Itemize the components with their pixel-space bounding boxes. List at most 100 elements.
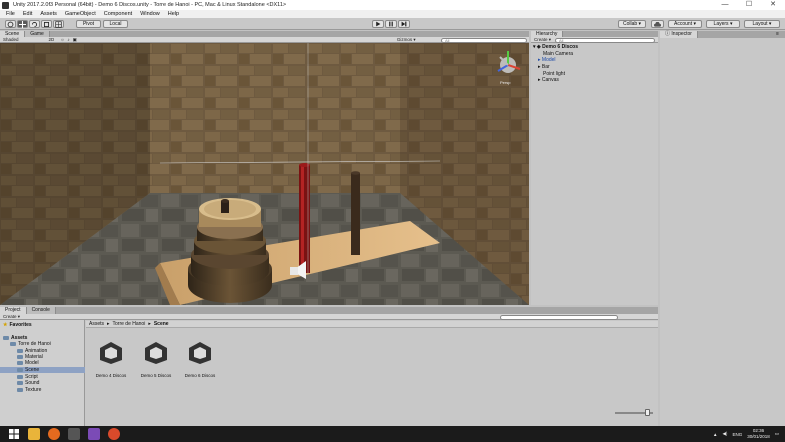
layers-label: Layers ▾ [713,21,733,27]
local-toggle[interactable]: Local [103,20,128,28]
inspector-tabbar: ⓘ Inspector [660,31,785,38]
windows-taskbar: ▲ ◀) ENG 02:36 30/01/2018 ▭ [0,426,785,442]
scale-tool-button[interactable] [41,20,52,28]
hierarchy-item-label: Model [541,57,556,63]
scene-view[interactable]: Persp [0,43,529,305]
title-bar: Unity 2017.2.0f3 Personal (64bit) - Demo… [0,0,785,10]
menu-help[interactable]: Help [168,11,179,17]
account-dropdown[interactable]: Account ▾ [668,20,702,28]
collab-label: Collab ▾ [622,21,642,27]
effects-dropdown-icon[interactable]: ▣ [73,37,77,43]
panel-menu-icon[interactable]: ≡ [776,31,779,37]
volume-icon[interactable]: ◀) [722,431,727,437]
rect-tool-button[interactable] [53,20,64,28]
language-indicator[interactable]: ENG [732,432,742,437]
asset-demo5[interactable] [143,340,169,368]
main-toolbar: Pivot Local Collab ▾ Account ▾ Layers ▾ … [0,18,785,30]
asset-demo4[interactable] [98,340,124,368]
menu-window[interactable]: Window [140,11,160,17]
step-button[interactable] [398,20,410,28]
firefox-icon[interactable] [48,428,60,440]
menu-file[interactable]: File [6,11,15,17]
network-icon[interactable]: ▲ [713,432,717,437]
tree-item-torre[interactable]: Torre de Hanoi [10,341,51,347]
light-toggle-icon[interactable]: ☼ [60,37,64,42]
hierarchy-scene-row[interactable]: ▾ ◈ Demo 6 Discos [533,44,578,50]
menu-component[interactable]: Component [104,11,132,17]
tab-inspector-label: Inspector [671,31,692,37]
folder-icon [17,375,23,379]
rect-tool-icon [55,20,62,28]
windows-start-icon[interactable] [8,428,20,440]
hierarchy-create-dropdown[interactable]: Create ▾ [534,37,551,43]
maximize-button[interactable]: ☐ [737,0,761,10]
cloud-button[interactable] [651,20,664,28]
hierarchy-search-input[interactable]: All [555,38,655,43]
tree-label: Torre de Hanoi [18,341,51,347]
project-tabbar: Project Console [0,307,658,314]
file-explorer-icon[interactable] [28,428,40,440]
tree-item-texture[interactable]: Texture [17,387,41,393]
clock[interactable]: 02:36 30/01/2018 [747,428,770,440]
hierarchy-scene-name: Demo 6 Discos [542,44,579,50]
tree-item-scene[interactable]: Scene [17,367,39,373]
mode-2d-toggle[interactable]: 2D [49,37,55,42]
hierarchy-item-canvas[interactable]: ▸ Canvas [538,77,559,83]
folder-icon [17,381,23,385]
unity-scene-icon [189,342,211,364]
unity-scene-icon [145,342,167,364]
rotate-tool-button[interactable] [29,20,40,28]
asset-demo6[interactable] [187,340,213,368]
notifications-icon[interactable]: ▭ [775,431,779,437]
expand-arrow-icon[interactable]: ▸ [538,64,541,70]
hand-icon [7,21,14,27]
expand-arrow-icon[interactable]: ▸ [538,57,541,63]
close-button[interactable]: ✕ [761,0,785,10]
tree-item-model[interactable]: Model [17,360,39,366]
menu-assets[interactable]: Assets [40,11,57,17]
visual-studio-icon[interactable] [88,428,100,440]
layout-label: Layout ▾ [752,21,772,27]
local-label: Local [109,21,122,27]
step-icon [401,21,407,27]
expand-arrow-icon[interactable]: ▸ [538,77,541,83]
breadcrumb-torre[interactable]: Torre de Hanoi [113,321,146,327]
collab-button[interactable]: Collab ▾ [618,20,646,28]
breadcrumb-separator: ▸ [107,321,110,327]
project-create-dropdown[interactable]: Create ▾ [3,314,20,320]
scale-icon [43,21,50,27]
hierarchy-item-model[interactable]: ▸ Model [538,57,556,63]
move-tool-button[interactable] [17,20,28,28]
hierarchy-item-bar[interactable]: ▸ Bar [538,64,550,70]
gizmos-dropdown[interactable]: Gizmos ▾ [397,37,416,43]
layers-dropdown[interactable]: Layers ▾ [706,20,740,28]
tree-item-sound[interactable]: Sound [17,380,39,386]
tab-console[interactable]: Console [26,307,56,314]
gizmo-persp-label[interactable]: Persp [500,80,510,85]
icon-size-slider-thumb[interactable] [645,409,650,416]
unity-taskbar-icon[interactable] [68,428,80,440]
favorites-label: Favorites [9,322,32,328]
origin-icon[interactable] [108,428,120,440]
menu-edit[interactable]: Edit [23,11,32,17]
clock-date: 30/01/2018 [747,434,770,439]
menu-gameobject[interactable]: GameObject [65,11,96,17]
pivot-toggle[interactable]: Pivot [76,20,101,28]
layout-dropdown[interactable]: Layout ▾ [744,20,780,28]
folder-icon [17,388,23,392]
audio-toggle-icon[interactable]: ♪ [67,37,69,42]
expand-arrow-icon[interactable]: ▾ [533,44,536,50]
info-icon: ⓘ [665,31,671,37]
breadcrumb-assets[interactable]: Assets [89,321,104,327]
shading-dropdown[interactable]: Shaded [3,37,19,42]
favorites-row[interactable]: ★ Favorites [3,322,32,328]
project-search-input[interactable] [500,315,618,320]
pause-button[interactable] [385,20,397,28]
cloud-icon [654,21,661,27]
play-button[interactable] [372,20,384,28]
breadcrumb-scene[interactable]: Scene [154,321,169,327]
hand-tool-button[interactable] [5,20,16,28]
tab-inspector[interactable]: ⓘ Inspector [660,31,698,38]
minimize-button[interactable]: — [713,0,737,10]
tree-label: Model [25,360,39,366]
